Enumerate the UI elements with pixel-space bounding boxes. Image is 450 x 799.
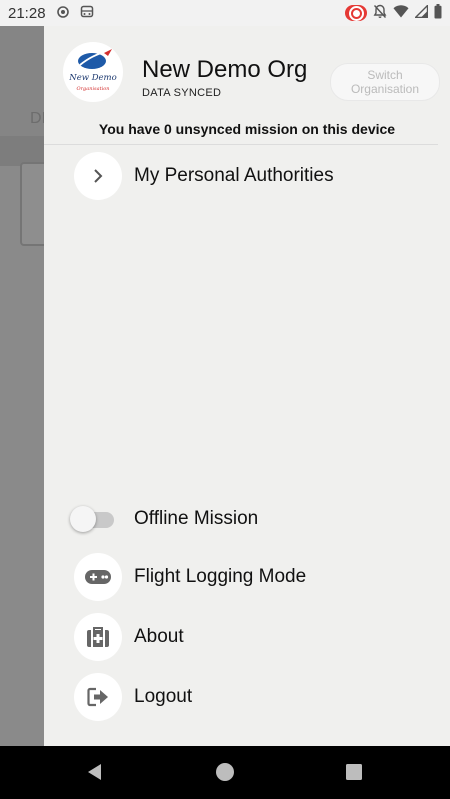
menu-label: Flight Logging Mode xyxy=(134,566,307,587)
logout-icon xyxy=(74,673,122,721)
toggle-thumb xyxy=(70,506,96,532)
home-icon[interactable] xyxy=(215,762,235,787)
navigation-drawer: New Demo Organisation New Demo Org DATA … xyxy=(44,26,450,746)
offline-mission-label: Offline Mission xyxy=(134,508,259,529)
status-bar: 21:28 xyxy=(0,0,450,26)
recents-icon[interactable] xyxy=(346,764,362,785)
back-icon[interactable] xyxy=(86,763,104,786)
menu-item-logout[interactable]: Logout xyxy=(74,673,434,721)
org-name: New Demo Org xyxy=(142,56,308,83)
battery-icon xyxy=(434,4,442,22)
org-header: New Demo Organisation New Demo Org DATA … xyxy=(44,26,450,118)
header-divider xyxy=(44,144,438,145)
screen-record-icon xyxy=(345,5,367,21)
menu-item-my-personal-authorities[interactable]: My Personal Authorities xyxy=(74,152,434,200)
gamepad-icon xyxy=(74,553,122,601)
menu-label: About xyxy=(134,626,184,647)
switch-button-line1: Switch xyxy=(367,68,403,82)
org-logo: New Demo Organisation xyxy=(63,42,123,102)
bell-off-icon xyxy=(373,4,387,22)
switch-organisation-button[interactable]: Switch Organisation xyxy=(330,63,440,101)
signal-icon xyxy=(413,3,429,21)
unsynced-mission-message: You have 0 unsynced mission on this devi… xyxy=(98,121,396,137)
first-aid-kit-icon xyxy=(74,613,122,661)
menu-label: My Personal Authorities xyxy=(134,165,334,186)
wifi-icon xyxy=(393,5,409,21)
offline-mission-toggle[interactable] xyxy=(70,504,114,534)
status-time: 21:28 xyxy=(8,4,46,22)
gps-icon xyxy=(56,5,70,22)
switch-button-line2: Organisation xyxy=(350,82,420,96)
menu-item-about[interactable]: About xyxy=(74,613,434,661)
system-navigation-bar xyxy=(0,746,450,799)
menu-item-flight-logging-mode[interactable]: Flight Logging Mode xyxy=(74,553,434,601)
menu-label: Logout xyxy=(134,686,193,707)
chevron-right-icon xyxy=(74,152,122,200)
logo-text-sub: Organisation xyxy=(77,86,110,92)
logo-text-main: New Demo xyxy=(68,73,116,83)
sync-status: DATA SYNCED xyxy=(142,87,222,99)
bus-icon xyxy=(80,5,94,22)
offline-mission-row: Offline Mission xyxy=(70,504,430,534)
